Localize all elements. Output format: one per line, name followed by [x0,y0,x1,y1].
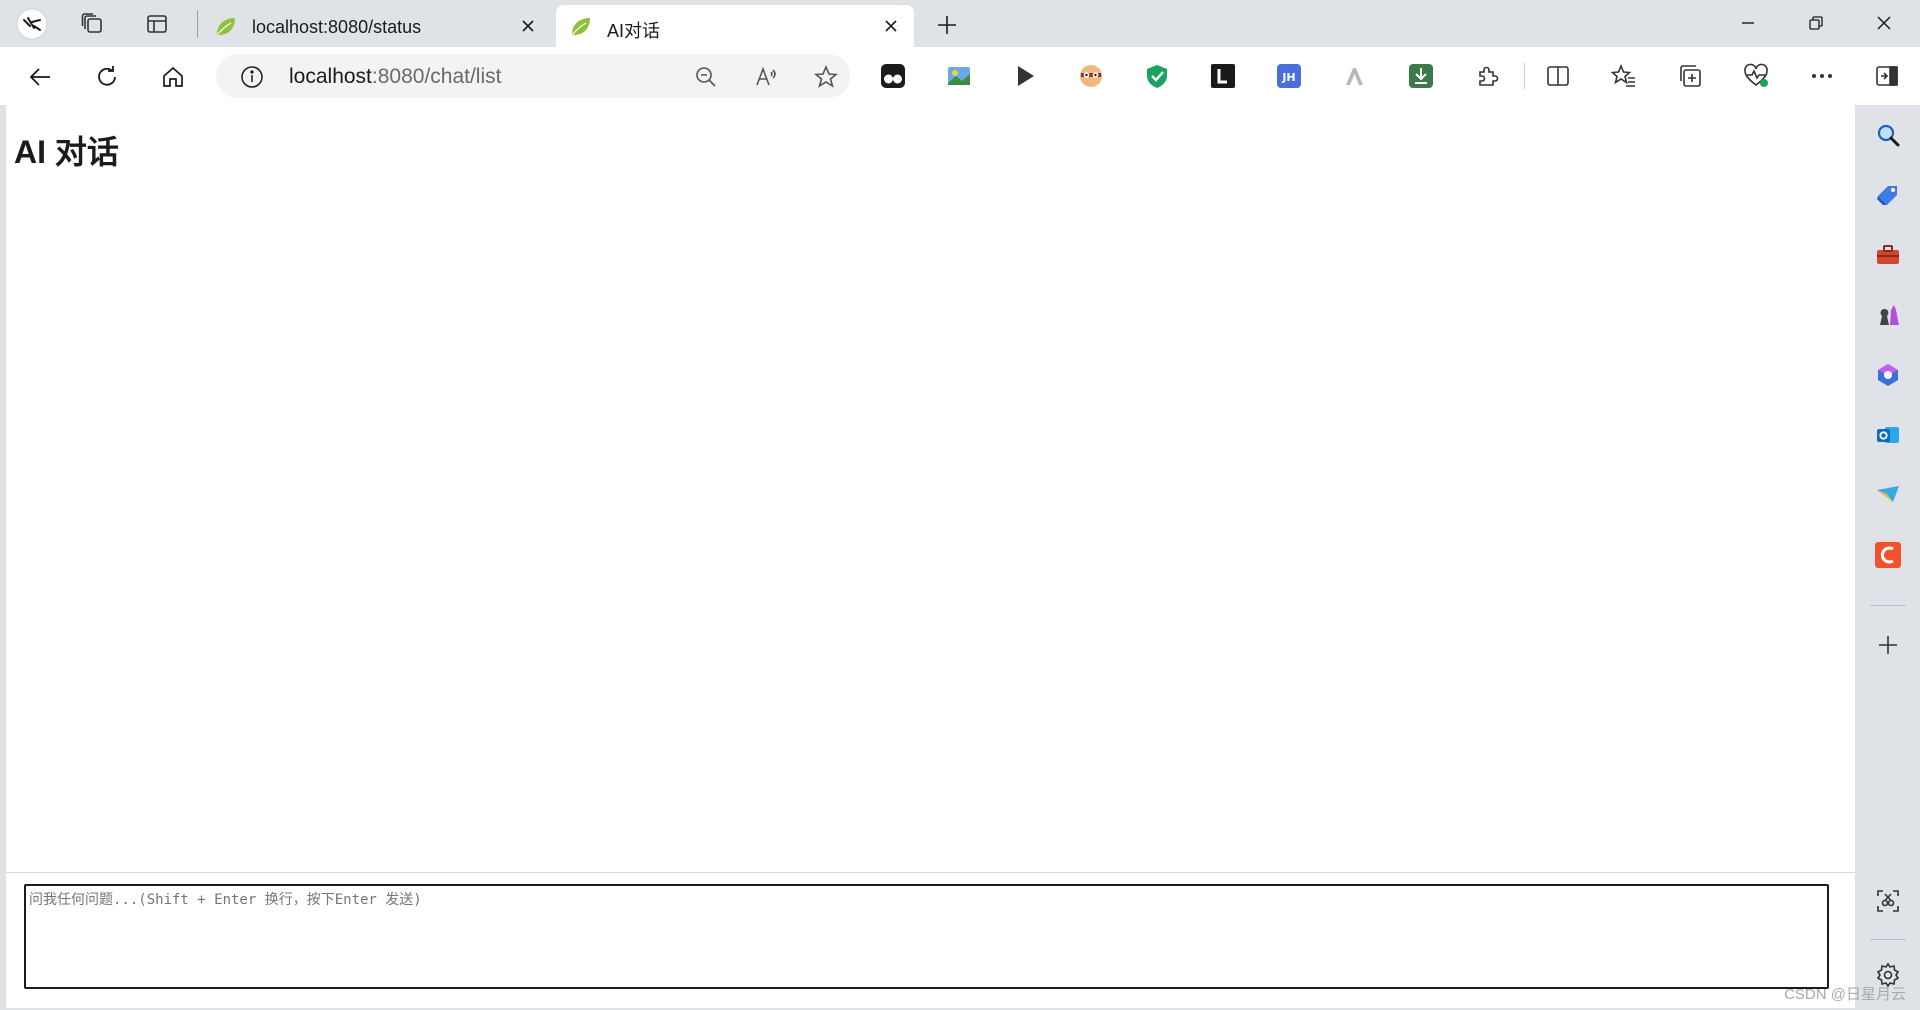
workspaces-icon[interactable] [74,6,110,42]
play-extension-icon[interactable] [1009,60,1041,92]
close-window-button[interactable] [1850,0,1918,46]
toolbar-separator [1524,63,1525,89]
image-extension-icon[interactable] [943,60,975,92]
zoom-out-icon[interactable] [692,63,720,91]
shield-extension-icon[interactable] [1141,60,1173,92]
new-tab-button[interactable] [930,8,964,42]
sidebar-separator [1870,605,1906,606]
vertical-tabs-icon[interactable] [139,6,175,42]
edge-sidebar [1856,105,1920,1010]
url-path: :8080/chat/list [371,65,502,88]
puzzle-extensions-icon[interactable] [1471,60,1503,92]
url-host: localhost [289,65,372,88]
browser-toolbar: localhost:8080/chat/list JH [0,47,1920,105]
restore-icon [1809,16,1823,30]
l-extension-icon[interactable] [1207,60,1239,92]
favorite-star-icon[interactable] [812,63,840,91]
minimize-button[interactable] [1714,0,1782,46]
tab-status[interactable]: localhost:8080/status [201,5,551,47]
close-tab-icon[interactable] [517,15,539,37]
close-icon [1877,16,1891,30]
favorites-icon[interactable] [1608,60,1640,92]
tab-strip: localhost:8080/status AI对话 [0,0,1920,47]
url-text[interactable]: localhost:8080/chat/list [289,65,501,89]
face-mask-extension-icon[interactable] [1075,60,1107,92]
download-extension-icon[interactable] [1405,60,1437,92]
refresh-icon [98,66,116,86]
tab-title: AI对话 [607,21,661,41]
home-button[interactable] [153,57,193,97]
triangle-extension-icon[interactable] [1339,60,1371,92]
page-title: AI 对话 [14,134,119,170]
tampermonkey-extension-icon[interactable] [877,60,909,92]
add-icon[interactable] [1870,627,1906,663]
performance-icon[interactable] [1740,60,1772,92]
close-tab-icon[interactable] [880,15,902,37]
spring-leaf-icon [217,18,235,35]
chat-input[interactable] [24,884,1829,989]
page-viewport: AI 对话 [6,105,1855,1008]
tab-ai-chat[interactable]: AI对话 [556,5,914,47]
shopping-tag-icon[interactable] [1870,177,1906,213]
plus-icon [938,16,956,34]
search-icon[interactable] [1870,117,1906,153]
refresh-button[interactable] [87,57,127,97]
address-bar[interactable]: localhost:8080/chat/list [216,54,850,98]
games-icon[interactable] [1870,297,1906,333]
chat-input-container [6,872,1855,1008]
jh-extension-icon[interactable]: JH [1273,60,1305,92]
profile-avatar-icon[interactable] [14,6,50,42]
screenshot-icon[interactable] [1870,883,1906,919]
sidebar-toggle-icon[interactable] [1871,60,1903,92]
back-button[interactable] [21,57,61,97]
back-icon [29,68,50,86]
split-screen-icon[interactable] [1542,60,1574,92]
tab-title: localhost:8080/status [252,17,422,37]
sidebar-separator [1870,939,1906,940]
minimize-icon [1742,22,1754,24]
more-icon[interactable] [1806,60,1838,92]
spring-leaf-icon [572,18,590,35]
outlook-icon[interactable] [1870,417,1906,453]
svg-text:JH: JH [1281,71,1295,84]
tab-separator [197,10,198,38]
collections-icon[interactable] [1674,60,1706,92]
chat-message-list [14,185,1849,870]
toolbox-icon[interactable] [1870,237,1906,273]
c-app-icon[interactable] [1870,537,1906,573]
office-icon[interactable] [1870,357,1906,393]
home-icon [163,66,183,87]
restore-button[interactable] [1782,0,1850,46]
site-info-icon[interactable] [240,65,264,89]
watermark: CSDN @日星月云 [1784,986,1906,1003]
telegram-icon[interactable] [1870,477,1906,513]
read-aloud-icon[interactable] [753,63,781,91]
